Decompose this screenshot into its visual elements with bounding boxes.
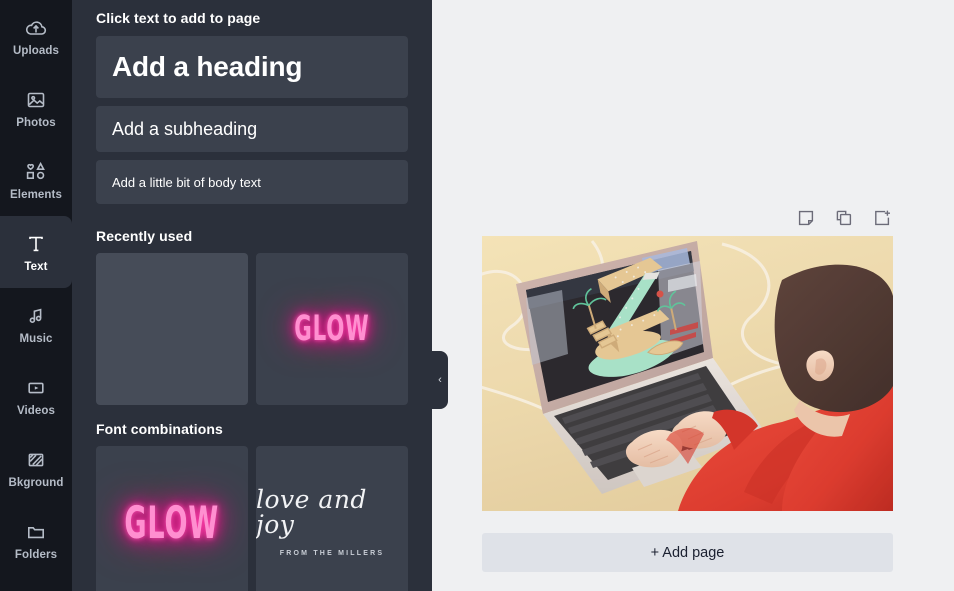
recently-used-title: Recently used — [96, 228, 193, 244]
sidebar-item-label: Elements — [10, 188, 62, 201]
folder-icon — [24, 519, 48, 545]
glow-text: GLOW — [124, 495, 220, 549]
add-body-text-button[interactable]: Add a little bit of body text — [96, 160, 408, 204]
recently-used-grid: GLOW — [96, 253, 408, 405]
upload-cloud-icon — [24, 15, 48, 41]
canvas-area: + Add page — [432, 0, 954, 591]
sidebar-item-label: Folders — [14, 548, 58, 561]
text-panel: Click text to add to page Add a heading … — [72, 0, 432, 591]
duplicate-icon[interactable] — [834, 208, 854, 228]
sidebar-item-music[interactable]: Music — [0, 288, 72, 360]
sidebar-item-bkground[interactable]: Bkground — [0, 432, 72, 504]
sidebar-item-videos[interactable]: Videos — [0, 360, 72, 432]
hatch-pattern-icon — [24, 447, 48, 473]
font-combination-glow[interactable]: GLOW — [96, 446, 248, 591]
collapse-panel-handle[interactable]: ‹ — [432, 351, 448, 409]
text-t-icon — [24, 231, 48, 257]
sidebar-item-folders[interactable]: Folders — [0, 504, 72, 576]
left-sidebar: Uploads Photos Elements Text Music Video… — [0, 0, 72, 591]
sidebar-item-uploads[interactable]: Uploads — [0, 0, 72, 72]
notes-icon[interactable] — [796, 208, 816, 228]
glow-text: GLOW — [294, 308, 370, 350]
sidebar-item-label: Music — [19, 332, 53, 345]
page-toolbar — [796, 208, 892, 228]
design-page[interactable] — [482, 236, 893, 511]
video-play-icon — [24, 375, 48, 401]
sidebar-item-label: Uploads — [12, 44, 60, 57]
sidebar-item-elements[interactable]: Elements — [0, 144, 72, 216]
canva-editor: Uploads Photos Elements Text Music Video… — [0, 0, 954, 591]
add-subheading-button[interactable]: Add a subheading — [96, 106, 408, 152]
script-subtext: FROM THE MILLERS — [279, 550, 385, 557]
sidebar-item-label: Bkground — [8, 476, 64, 489]
page-photo — [482, 236, 893, 511]
font-combinations-title: Font combinations — [96, 421, 223, 437]
add-page-icon[interactable] — [872, 208, 892, 228]
recently-used-item-glow[interactable]: GLOW — [256, 253, 408, 405]
panel-title: Click text to add to page — [96, 10, 261, 26]
music-note-icon — [24, 303, 48, 329]
recently-used-item-blank[interactable] — [96, 253, 248, 405]
chevron-left-icon: ‹ — [438, 374, 442, 386]
script-text: love and joy — [256, 485, 367, 539]
add-heading-button[interactable]: Add a heading — [96, 36, 408, 98]
font-combination-love-and-joy[interactable]: love and joy FROM THE MILLERS — [256, 446, 408, 591]
font-combinations-grid: GLOW love and joy FROM THE MILLERS — [96, 446, 408, 591]
sidebar-item-label: Text — [24, 260, 48, 273]
sidebar-item-label: Photos — [16, 116, 56, 129]
sidebar-item-photos[interactable]: Photos — [0, 72, 72, 144]
sidebar-item-text[interactable]: Text — [0, 216, 72, 288]
sidebar-item-label: Videos — [16, 404, 56, 417]
shapes-icon — [23, 159, 49, 185]
photo-icon — [24, 87, 48, 113]
add-page-button[interactable]: + Add page — [482, 533, 893, 572]
